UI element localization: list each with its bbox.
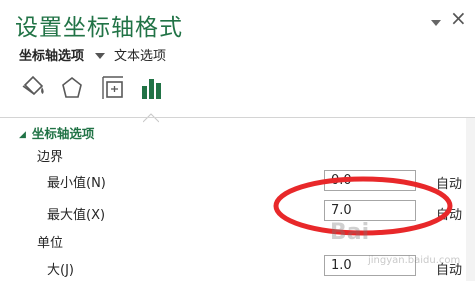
effects-pentagon-icon[interactable]	[58, 74, 86, 102]
collapse-triangle-icon: ◢	[19, 130, 26, 140]
pane-title: 设置坐标轴格式	[15, 15, 183, 41]
max-bound-input[interactable]	[324, 200, 416, 221]
tab-text-options[interactable]: 文本选项	[114, 45, 166, 64]
min-bound-input[interactable]	[324, 170, 416, 191]
max-bound-auto-button[interactable]: 自动	[436, 204, 462, 223]
divider	[0, 117, 475, 118]
min-bound-label: 最小值(N)	[47, 176, 106, 191]
major-unit-input[interactable]	[324, 255, 416, 276]
major-unit-label: 大(J)	[47, 263, 74, 278]
tab-axis-options-label: 坐标轴选项	[19, 49, 85, 64]
section-title: 坐标轴选项	[31, 126, 95, 141]
close-icon[interactable]: ×	[450, 8, 467, 28]
axis-options-bar-chart-icon[interactable]	[138, 74, 166, 102]
major-unit-auto-button[interactable]: 自动	[436, 259, 462, 278]
pane-options-dropdown-icon[interactable]	[431, 13, 441, 32]
max-bound-label: 最大值(X)	[47, 208, 106, 223]
watermark-logo: Bai	[330, 220, 370, 245]
chevron-down-icon[interactable]	[94, 49, 105, 64]
scrollbar[interactable]	[466, 118, 475, 281]
size-properties-icon[interactable]	[99, 74, 127, 102]
fill-line-icon[interactable]	[19, 74, 47, 102]
units-group-label: 单位	[37, 236, 64, 251]
tab-axis-options[interactable]: 坐标轴选项	[19, 45, 105, 64]
min-bound-auto-button[interactable]: 自动	[436, 173, 462, 192]
axis-options-section-header[interactable]: ◢ 坐标轴选项	[19, 123, 94, 142]
bounds-group-label: 边界	[37, 150, 64, 165]
